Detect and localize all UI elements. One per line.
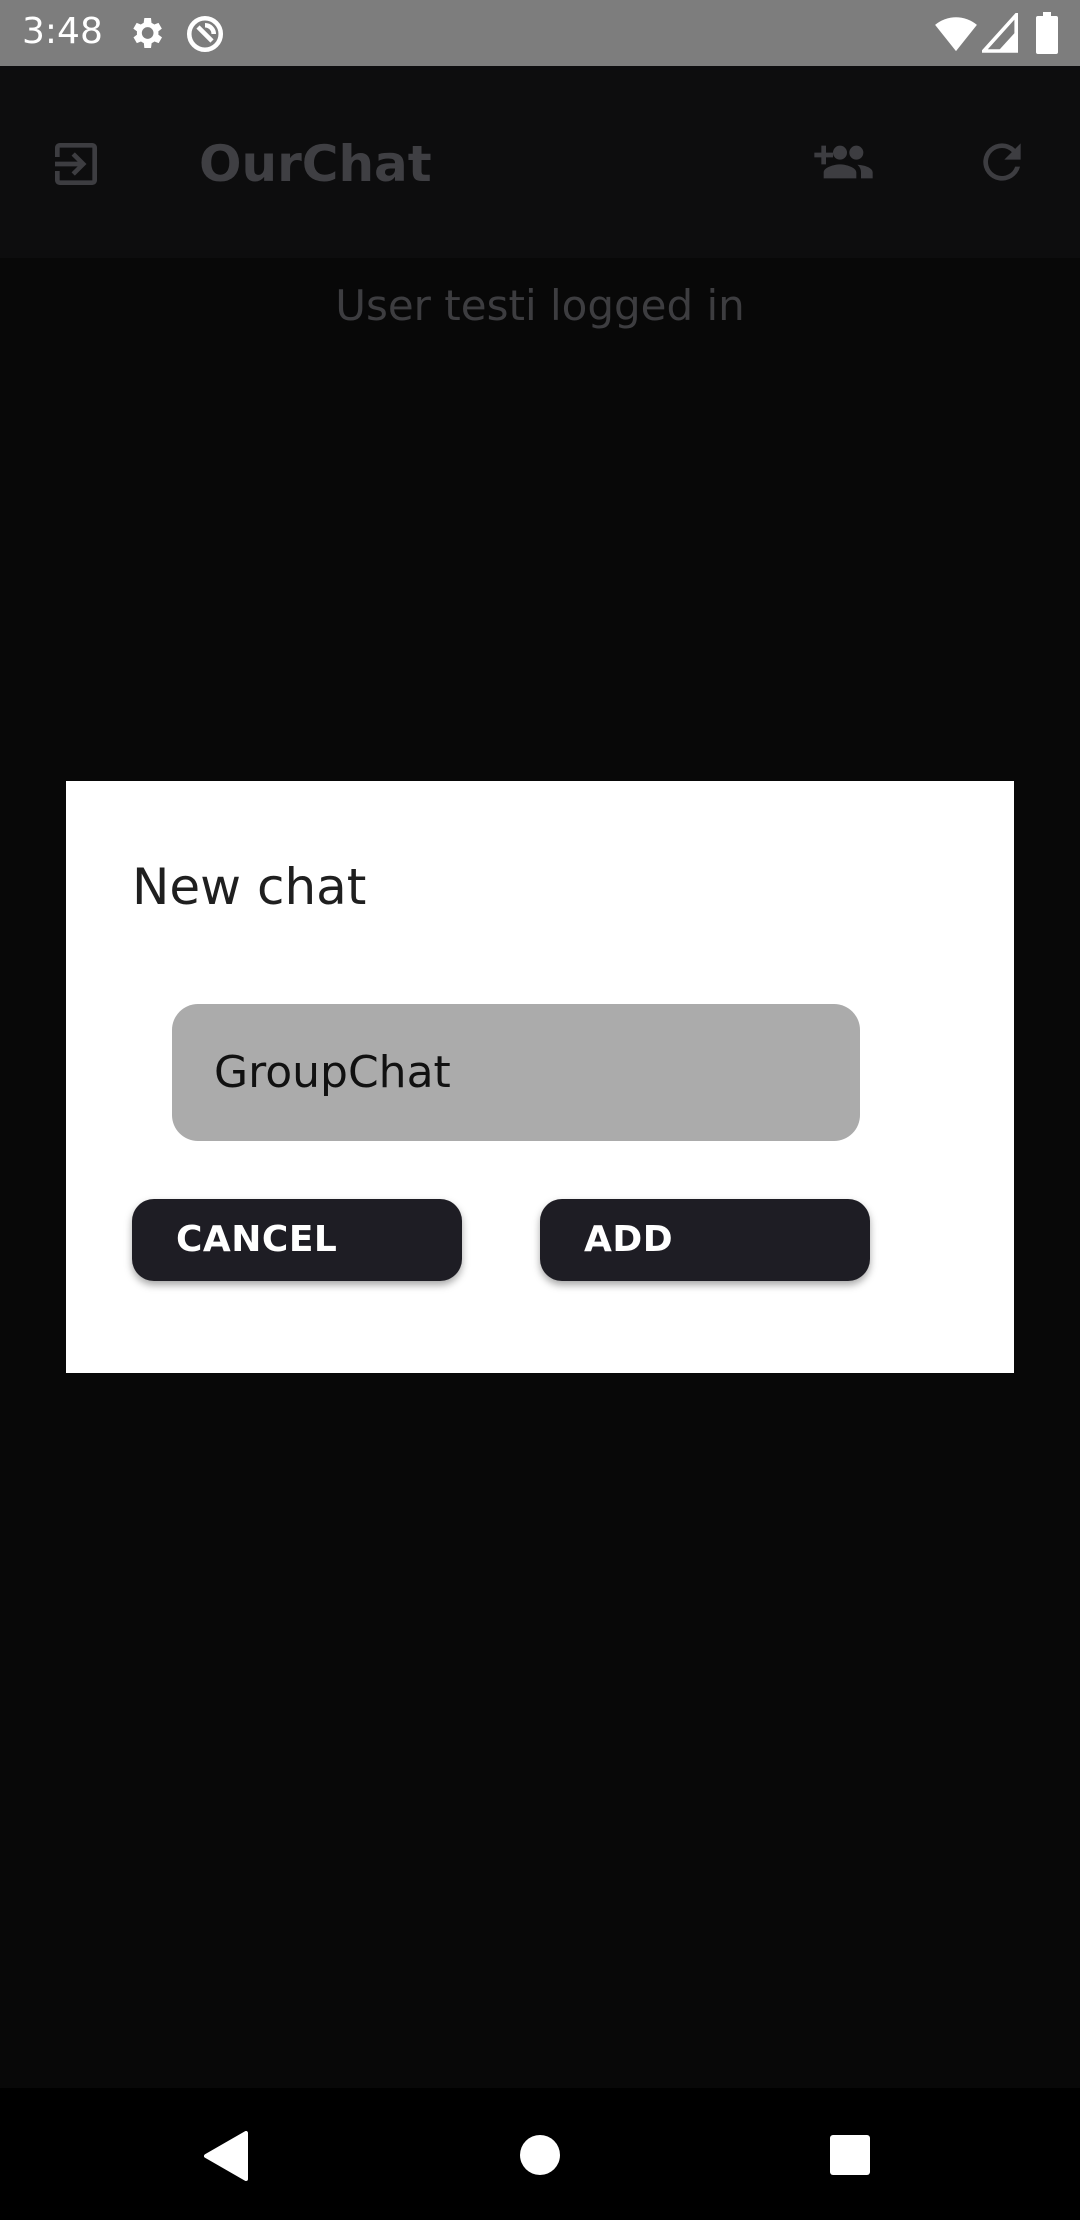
home-icon[interactable] bbox=[519, 2134, 561, 2180]
battery-icon bbox=[1036, 12, 1058, 58]
chat-name-input[interactable]: GroupChat bbox=[172, 1004, 860, 1141]
status-time: 3:48 bbox=[22, 11, 103, 52]
add-group-icon[interactable] bbox=[812, 134, 882, 194]
status-bar: 3:48 bbox=[0, 0, 1080, 66]
app-bar: OurChat bbox=[0, 66, 1080, 258]
sync-disabled-icon bbox=[184, 13, 226, 59]
navigation-bar bbox=[0, 2088, 1080, 2220]
refresh-icon[interactable] bbox=[974, 134, 1030, 194]
back-icon[interactable] bbox=[204, 2131, 250, 2185]
gear-icon bbox=[126, 13, 166, 57]
add-button[interactable]: ADD bbox=[540, 1199, 870, 1281]
dialog-title: New chat bbox=[132, 858, 367, 916]
wifi-icon bbox=[934, 13, 978, 57]
cancel-button[interactable]: CANCEL bbox=[132, 1199, 462, 1281]
new-chat-dialog: New chat GroupChat CANCEL ADD bbox=[66, 781, 1014, 1373]
logout-icon[interactable] bbox=[48, 136, 104, 196]
recents-icon[interactable] bbox=[829, 2134, 871, 2180]
app-title: OurChat bbox=[199, 135, 432, 193]
login-status-message: User testi logged in bbox=[335, 281, 745, 330]
signal-icon bbox=[979, 10, 1018, 57]
